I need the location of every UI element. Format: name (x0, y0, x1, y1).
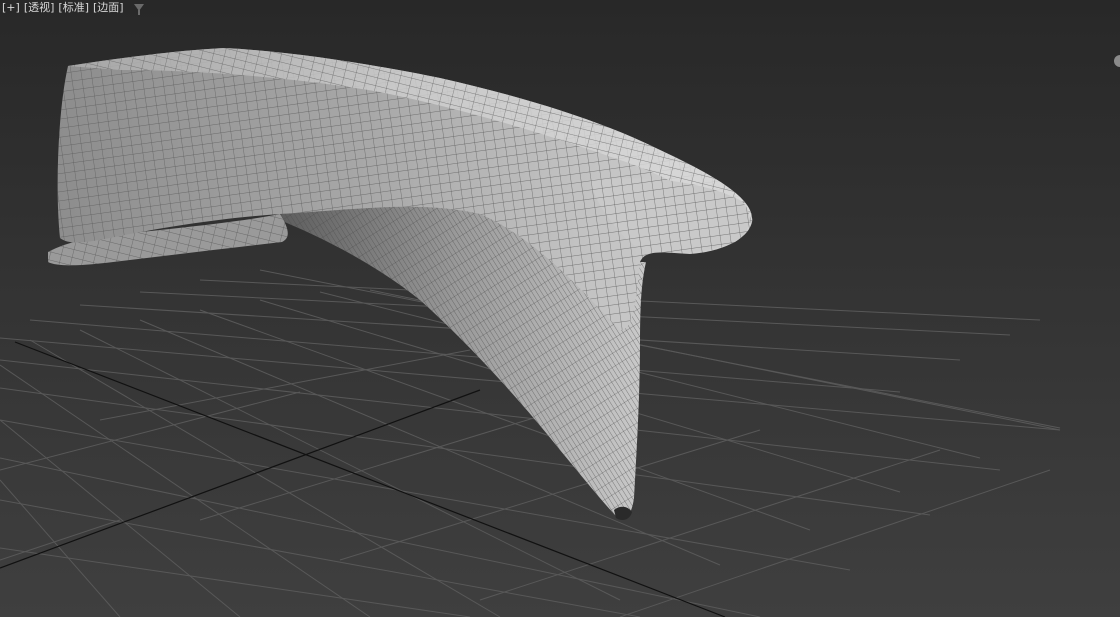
viewcube-navigation-icon[interactable] (1114, 55, 1120, 67)
perspective-viewport[interactable]: [+] [透视] [标准] [边面] (0, 0, 1120, 617)
viewport-shading-menu[interactable]: [标准] (58, 1, 89, 14)
filter-funnel-icon[interactable] (133, 3, 144, 15)
viewport-plus-menu[interactable]: [+] (2, 1, 20, 14)
viewport-display-mode-menu[interactable]: [边面] (93, 1, 124, 14)
bench-mesh-object (48, 48, 753, 520)
viewport-view-menu[interactable]: [透视] (24, 1, 55, 14)
viewport-label-menu: [+] [透视] [标准] [边面] (2, 0, 144, 15)
scene-canvas[interactable] (0, 0, 1120, 617)
